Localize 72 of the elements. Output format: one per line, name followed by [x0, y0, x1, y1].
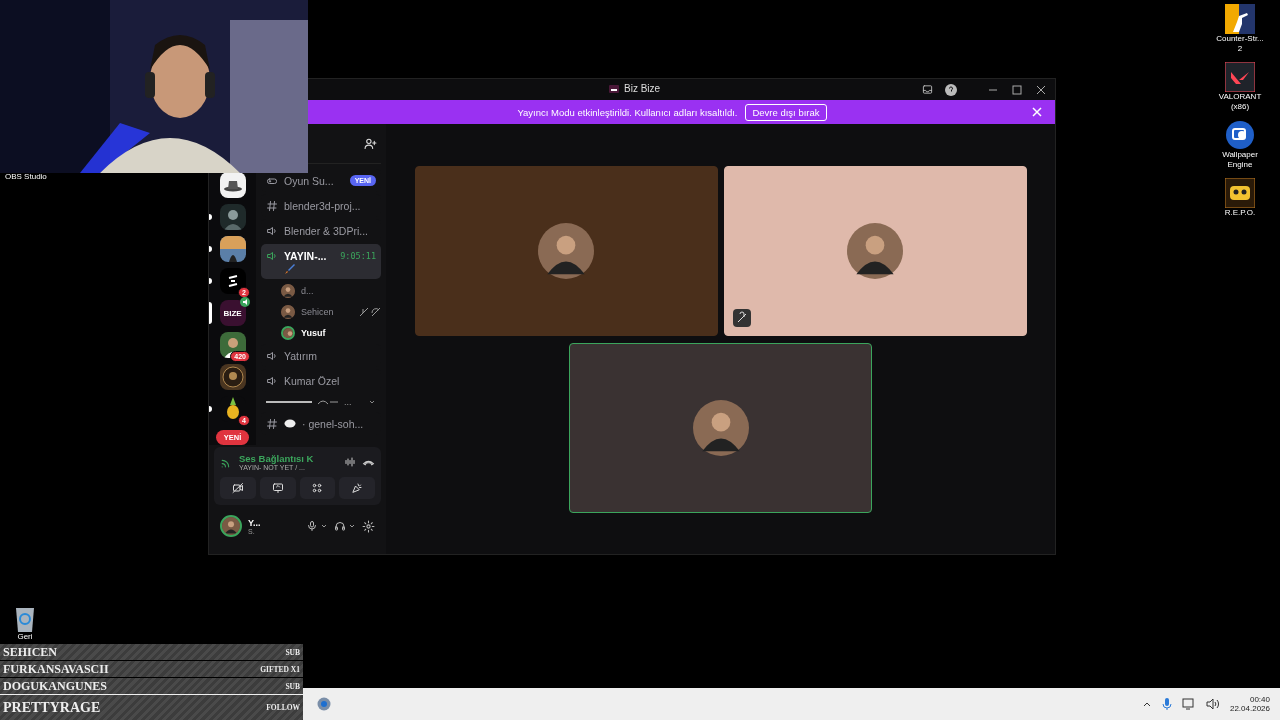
speaker-icon: [266, 249, 278, 262]
clock[interactable]: 00:40 22.04.2026: [1229, 695, 1270, 713]
chevron-down-icon: [320, 522, 328, 530]
window-title: Biz Bize: [624, 83, 661, 94]
chevron-down-icon: [348, 522, 356, 530]
server-icon: BIZE: [219, 300, 246, 326]
speech-bubble-icon: [284, 418, 296, 429]
category-header[interactable]: ...: [261, 393, 381, 411]
shortcut-label: 2: [1237, 44, 1243, 54]
camera-off-icon: [231, 482, 244, 494]
microphone-icon[interactable]: [1161, 697, 1172, 711]
user-name: Y...: [248, 517, 262, 528]
network-icon[interactable]: [1181, 698, 1196, 710]
connection-status: Ses Bağlantısı K: [239, 453, 315, 464]
game-shortcut-icon[interactable]: [1225, 4, 1255, 34]
chevron-down-icon: [368, 398, 376, 406]
microphone-icon: [306, 520, 318, 532]
shortcut-label: Counter-Str...: [1216, 34, 1264, 44]
shortcut-label: Geri: [17, 632, 33, 642]
server-icon: [219, 332, 246, 358]
settings-app-icon[interactable]: [316, 696, 332, 712]
server-icon: [219, 172, 246, 198]
shortcut-label: (x86): [1230, 102, 1250, 112]
voice-member[interactable]: Sehicen: [261, 301, 381, 322]
shortcut-label: VALORANT: [1218, 92, 1262, 102]
user-avatar: [222, 517, 240, 535]
settings-icon[interactable]: [362, 519, 375, 533]
headphones-button[interactable]: [334, 520, 356, 532]
video-tile[interactable]: [414, 166, 718, 336]
chevron-up-icon[interactable]: [1141, 700, 1152, 708]
game-shortcut-icon[interactable]: [1225, 62, 1255, 92]
activities-button[interactable]: [299, 477, 336, 499]
disable-button[interactable]: Devre dışı bırak: [745, 103, 827, 121]
channel-item[interactable]: YAYIN-... 9:05:11: [261, 244, 381, 279]
screen-share-icon: [271, 482, 284, 494]
hash-icon: [266, 199, 278, 212]
party-icon: [351, 482, 364, 494]
hash-icon: [266, 417, 278, 430]
recycle-bin-icon[interactable]: [14, 606, 36, 632]
server-item[interactable]: BIZE: [209, 300, 256, 326]
gear-glyph: [362, 519, 375, 533]
voice-timer: 9:05:11: [340, 250, 376, 261]
window-label: OBS Studio: [5, 172, 47, 181]
camera-off-button[interactable]: [220, 477, 256, 499]
shortcut-label: Wallpaper: [1222, 150, 1258, 160]
video-tile[interactable]: [569, 343, 872, 513]
waveform-glyph: [344, 456, 356, 468]
game-shortcut-icon[interactable]: [1225, 178, 1255, 208]
soundboard-icon[interactable]: [344, 456, 356, 468]
voice-member[interactable]: Yusuf: [261, 322, 381, 343]
shortcut-label: R.E.P.O.: [1224, 208, 1256, 218]
soundboard-button[interactable]: [339, 477, 375, 499]
server-icon: [219, 268, 246, 294]
voice-member[interactable]: d...: [261, 280, 381, 301]
volume-icon[interactable]: [1205, 698, 1220, 710]
server-logo-icon: [609, 84, 619, 93]
add-friend-icon: [364, 137, 377, 150]
speaker-icon: [266, 374, 278, 387]
grid-icon: [311, 482, 324, 494]
shortcut-label: Engine: [1227, 160, 1253, 170]
headphones-icon: [334, 520, 346, 532]
speaker-icon: [266, 349, 278, 362]
microphone-button[interactable]: [306, 520, 328, 532]
app-shortcut-icon[interactable]: [1225, 120, 1255, 150]
speaker-icon: [266, 224, 278, 237]
emoji-icon: [317, 398, 339, 406]
inbox-glyph: [921, 84, 933, 95]
server-icon: [219, 204, 246, 230]
screen-share-button[interactable]: [259, 477, 296, 499]
server-icon: [219, 364, 246, 390]
server-icon: [219, 236, 246, 262]
banner-text: Yayıncı Modu etkinleştirildi. Kullanıcı adları kısaltıldı.: [517, 106, 738, 118]
